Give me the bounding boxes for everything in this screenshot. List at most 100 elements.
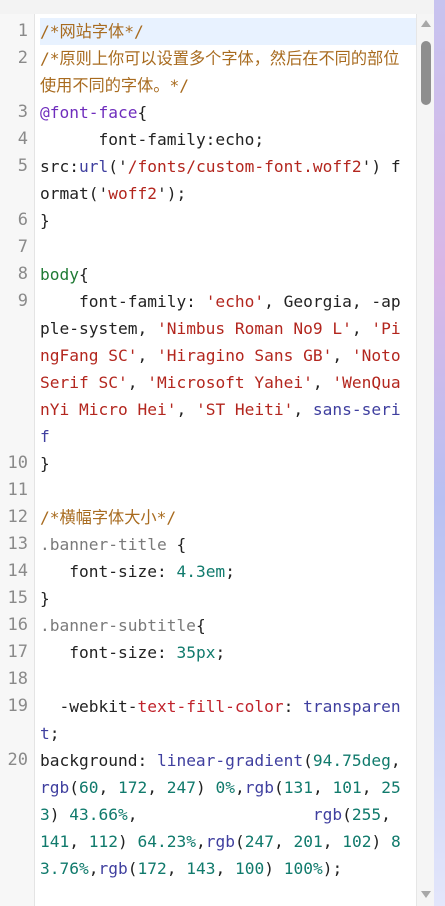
code-line[interactable]: 2 /*原则上你可以设置多个字体，然后在不同的部位使用不同的字体。*/ <box>0 45 416 99</box>
code-line[interactable]: 13 .banner-title { <box>0 531 416 558</box>
line-number: 5 <box>17 156 28 176</box>
code-token: url <box>78 157 109 176</box>
code-text: background: linear-gradient(94.75deg,rgb… <box>40 747 416 882</box>
vertical-scrollbar[interactable] <box>416 14 435 906</box>
code-lines[interactable]: 1 /*网站字体*/ 2 /*原则上你可以设置多个字体，然后在不同的部位使用不同的字体… <box>0 18 416 882</box>
code-token: /*横幅字体大小*/ <box>40 508 177 527</box>
code-token: .banner-subtitle <box>40 616 196 635</box>
code-token: , <box>313 778 333 797</box>
code-text: body{ <box>40 261 416 288</box>
line-number: 14 <box>7 561 28 581</box>
code-token: woff2 <box>108 184 157 203</box>
code-token: , <box>273 832 294 851</box>
line-number: 18 <box>7 669 28 689</box>
code-token: rgb <box>40 778 70 797</box>
code-token: 'echo' <box>205 292 265 311</box>
code-token: 255 <box>351 805 382 824</box>
code-line[interactable]: 3 @font-face{ <box>0 99 416 126</box>
code-line[interactable]: 1 /*网站字体*/ <box>0 18 416 45</box>
code-line[interactable]: 20 background: linear-gradient(94.75deg,r… <box>0 747 416 882</box>
code-editor[interactable]: 1 /*网站字体*/ 2 /*原则上你可以设置多个字体，然后在不同的部位使用不同的字体… <box>0 14 416 906</box>
code-token: , <box>98 778 118 797</box>
code-token: 'Hiragino Sans GB' <box>156 346 333 365</box>
line-number: 11 <box>7 480 28 500</box>
code-token: background: <box>40 751 157 770</box>
scroll-up-arrow-icon[interactable] <box>421 20 431 27</box>
code-token: 247 <box>166 778 196 797</box>
code-text: font-size: 4.3em; <box>40 558 416 585</box>
code-line[interactable]: 11 <box>0 477 416 504</box>
code-token: ( <box>234 832 245 851</box>
code-line[interactable]: 9 font-family: 'echo', Georgia, -apple-s… <box>0 288 416 450</box>
line-number: 9 <box>17 291 28 311</box>
line-number: 15 <box>7 588 28 608</box>
code-token: src: <box>40 157 79 176</box>
code-token: font-size: <box>40 562 177 581</box>
line-number: 4 <box>17 129 28 149</box>
code-token: 'ST Heiti' <box>195 400 294 419</box>
code-line[interactable]: 6} <box>0 207 416 234</box>
code-token: /fonts/custom-font.woff2 <box>127 157 362 176</box>
editor-top-bar <box>0 0 445 15</box>
code-token: ( <box>342 805 352 824</box>
code-token: , <box>195 832 206 851</box>
code-token: font-family:echo; <box>40 130 265 149</box>
code-line[interactable]: 16 .banner-subtitle{ <box>0 612 416 639</box>
code-token: 201 <box>293 832 323 851</box>
code-text: -webkit-text-fill-color: transparent; <box>40 693 416 747</box>
code-text: @font-face{ <box>40 99 416 126</box>
code-token: 247 <box>244 832 274 851</box>
line-number: 13 <box>7 534 28 554</box>
code-line[interactable]: 4 font-family:echo; <box>0 126 416 153</box>
code-token: , <box>69 832 89 851</box>
code-token: 101 <box>332 778 362 797</box>
code-token: ) <box>118 832 138 851</box>
code-line[interactable]: 5 src:url('/fonts/custom-font.woff2') for… <box>0 153 416 207</box>
code-line[interactable]: 7 <box>0 234 416 261</box>
code-token: 141 <box>40 832 70 851</box>
scrollbar-thumb[interactable] <box>421 41 431 105</box>
code-token: 112 <box>88 832 118 851</box>
code-line[interactable]: 15} <box>0 585 416 612</box>
code-token: -webkit- <box>40 697 138 716</box>
code-line[interactable]: 8 body{ <box>0 261 416 288</box>
code-token: 'Nimbus Roman No9 L' <box>156 319 352 338</box>
code-token: , <box>127 805 313 824</box>
scroll-down-arrow-icon[interactable] <box>421 891 431 898</box>
code-text: font-family:echo; <box>40 126 416 153</box>
code-token: .banner-title <box>40 535 167 554</box>
code-token: ; <box>225 562 235 581</box>
line-number: 12 <box>7 507 28 527</box>
line-number: 7 <box>17 237 28 257</box>
code-token: ; <box>215 643 226 662</box>
code-line[interactable]: 14 font-size: 4.3em; <box>0 558 416 585</box>
code-token: 60 <box>79 778 99 797</box>
code-token: ( <box>303 751 313 770</box>
code-token: , <box>293 400 313 419</box>
code-line[interactable]: 12 /*横幅字体大小*/ <box>0 504 416 531</box>
code-line[interactable]: 19 -webkit-text-fill-color: transparent; <box>0 693 416 747</box>
code-token: , <box>322 832 343 851</box>
code-token: '); <box>156 184 187 203</box>
code-token: , <box>351 319 372 338</box>
code-line[interactable]: 17 font-size: 35px; <box>0 639 416 666</box>
code-token: { <box>137 103 148 122</box>
code-token: { <box>78 265 89 284</box>
code-line[interactable]: 10} <box>0 450 416 477</box>
code-token: , <box>137 346 157 365</box>
code-token: } <box>40 589 50 608</box>
code-token: , <box>390 751 401 770</box>
code-token: , <box>147 778 167 797</box>
code-text: font-family: 'echo', Georgia, -apple-sys… <box>40 288 416 450</box>
code-text: } <box>40 585 416 612</box>
line-number: 10 <box>7 453 28 473</box>
code-token: rgb <box>312 805 343 824</box>
code-token: 64.23% <box>137 832 196 851</box>
code-token: ) <box>49 805 70 824</box>
line-number: 8 <box>17 264 28 284</box>
code-line[interactable]: 18 <box>0 666 416 693</box>
code-token: rgb <box>205 832 235 851</box>
code-token: (' <box>108 157 128 176</box>
